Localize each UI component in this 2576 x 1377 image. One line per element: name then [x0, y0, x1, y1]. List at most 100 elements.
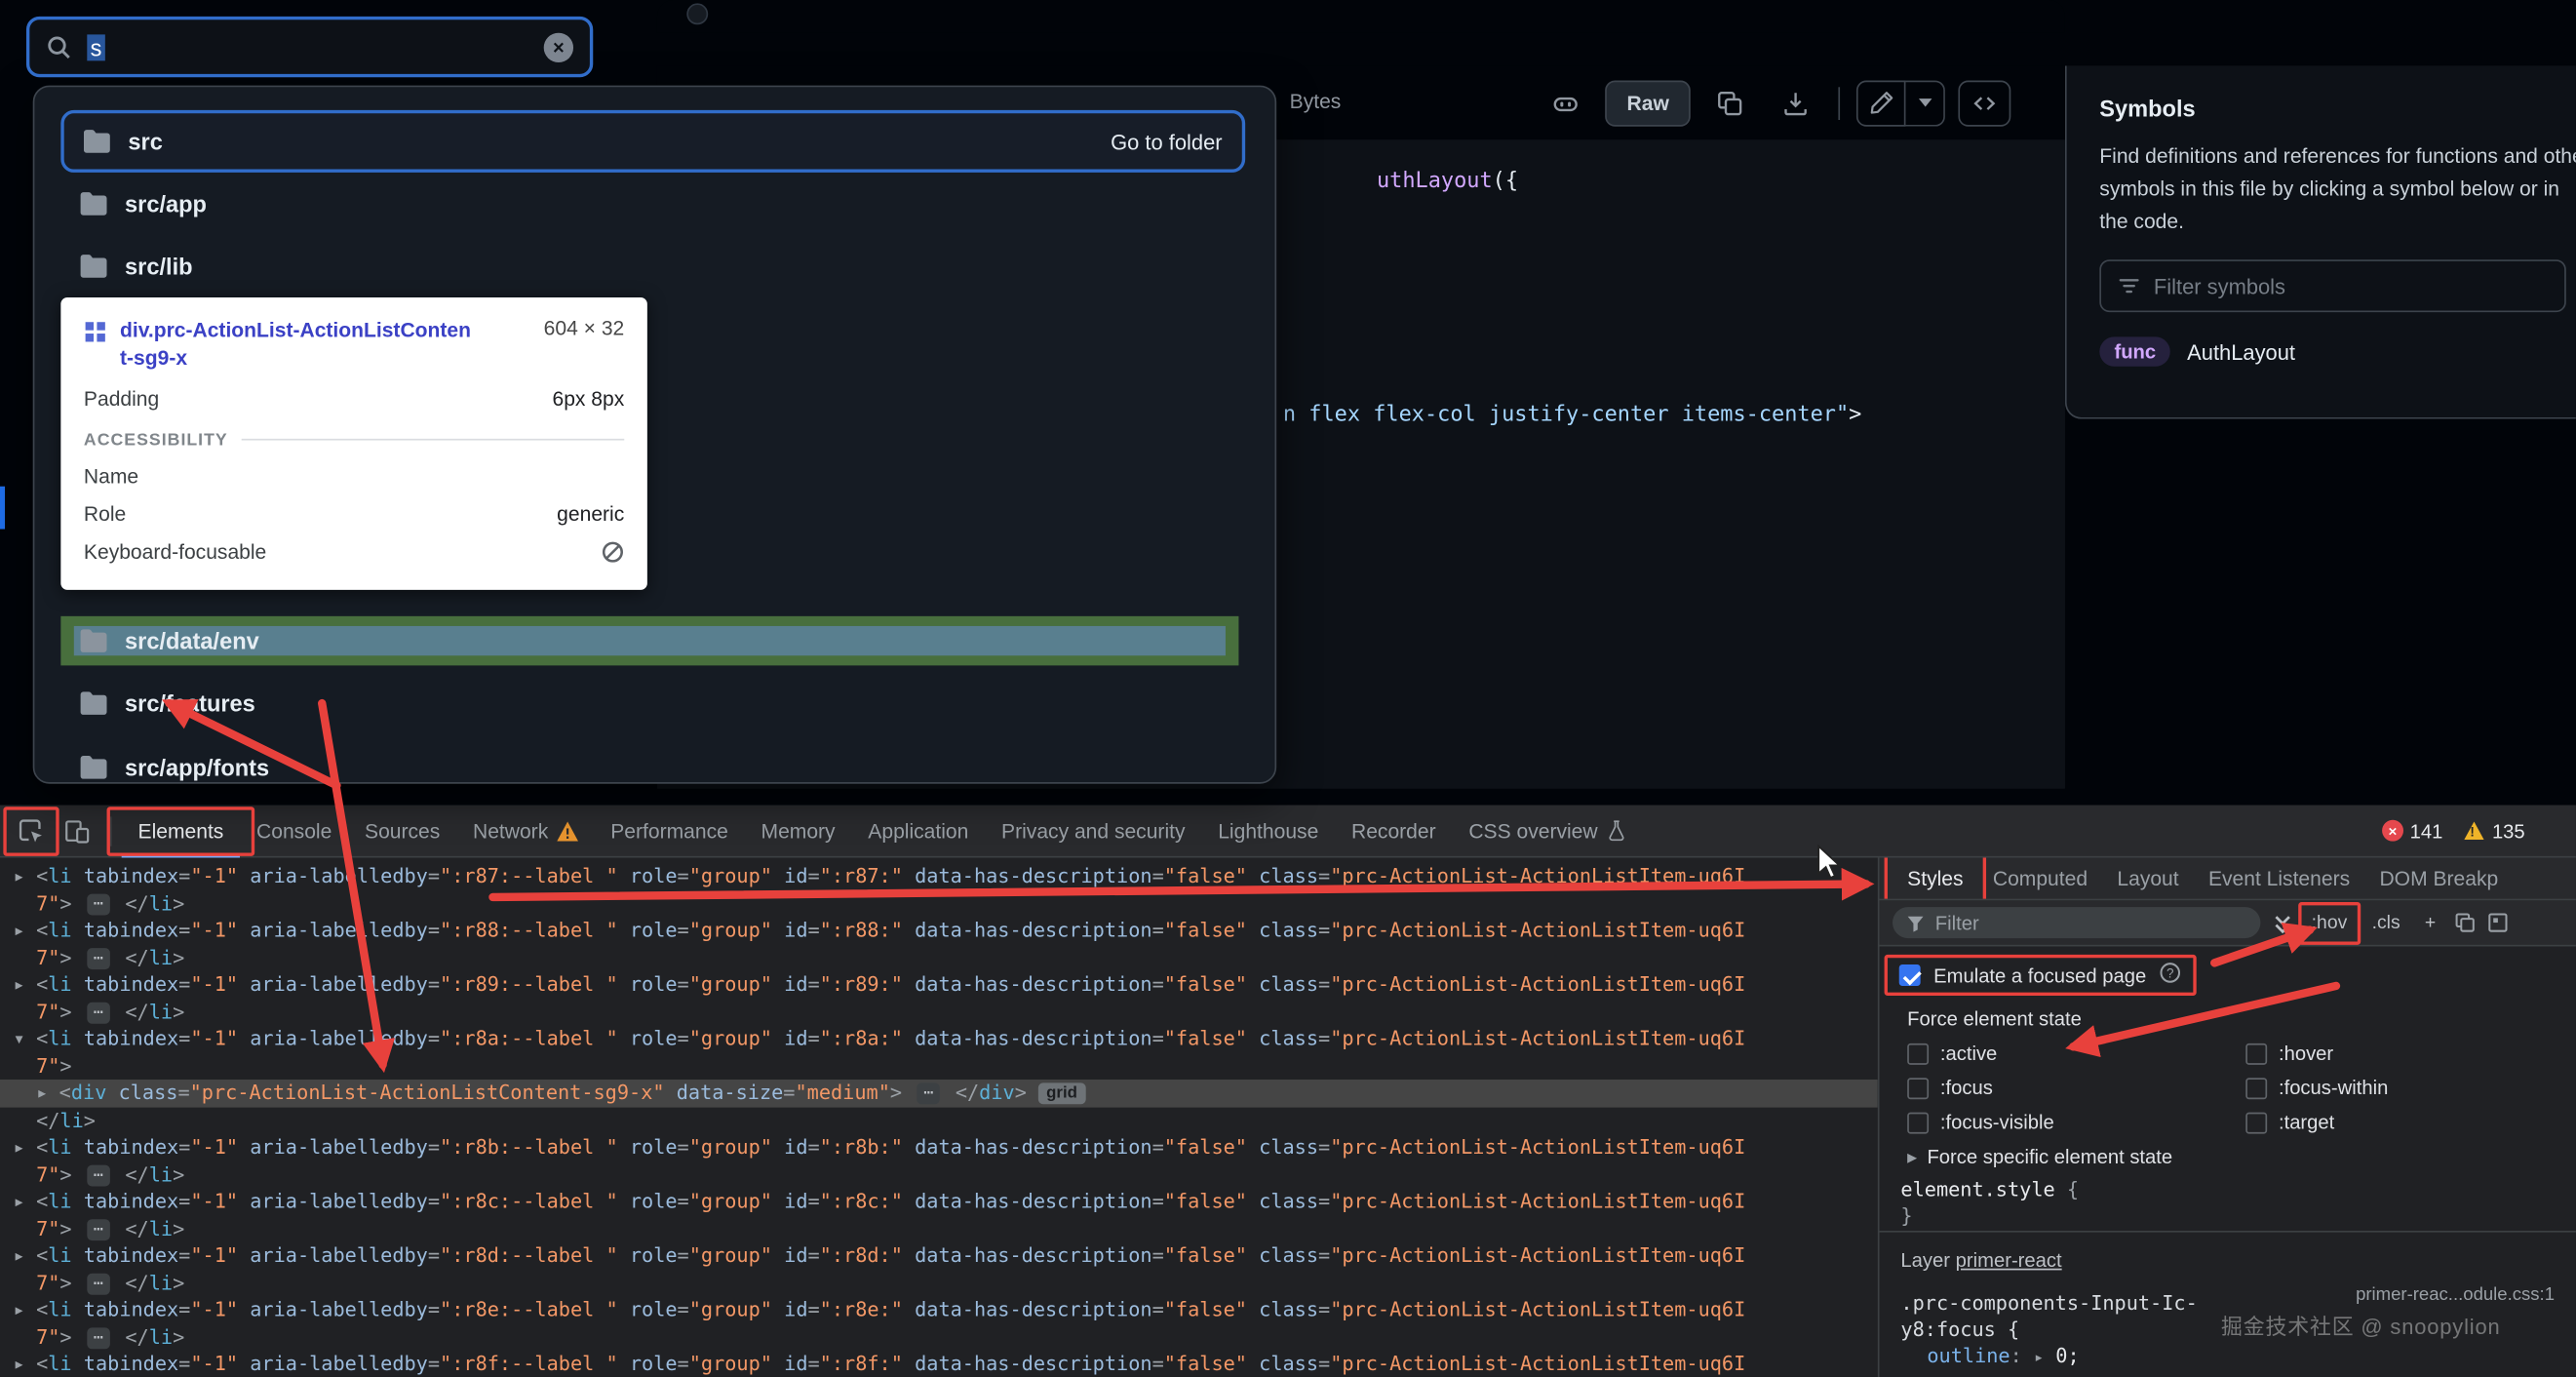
devtools-tab-lighthouse[interactable]: Lighthouse: [1201, 805, 1335, 857]
file-result-src-lib[interactable]: src/lib: [60, 235, 1245, 297]
toggle-element-state-button[interactable]: :hov: [2298, 901, 2361, 944]
checkbox[interactable]: [2245, 1043, 2268, 1064]
file-result-src[interactable]: src Go to folder: [60, 109, 1246, 173]
dom-wrap-line[interactable]: 7"> ⋯ </li>: [0, 1323, 1878, 1351]
expander-icon[interactable]: ▸: [13, 917, 36, 944]
computed-panel-icon[interactable]: [2486, 912, 2508, 933]
dom-li-r8c[interactable]: ▸ <li tabindex="-1" aria-labelledby=":r8c…: [0, 1188, 1878, 1215]
state-checkbox-focus-within[interactable]: :focus-within: [2245, 1077, 2388, 1099]
dom-selected-div[interactable]: ▸ <div class="prc-ActionList-ActionListCo…: [0, 1079, 1878, 1107]
expander-icon[interactable]: ▸: [13, 1296, 36, 1323]
state-checkbox-hover[interactable]: :hover: [2245, 1042, 2388, 1065]
dom-li-r8f[interactable]: ▸ <li tabindex="-1" aria-labelledby=":r8f…: [0, 1351, 1878, 1377]
stylesheet-source-link[interactable]: primer-reac...odule.css:1: [2356, 1285, 2555, 1305]
dom-wrap-line[interactable]: 7"> ⋯ </li>: [0, 999, 1878, 1026]
expander-icon[interactable]: ▸: [13, 863, 36, 890]
devtools-tab-network[interactable]: Network: [456, 805, 594, 857]
grid-badge[interactable]: grid: [1037, 1082, 1086, 1105]
warning-count-badge[interactable]: 135: [2463, 819, 2525, 843]
checkbox[interactable]: [2245, 1111, 2268, 1133]
styles-tab-computed[interactable]: Computed: [1978, 858, 2103, 899]
checkbox[interactable]: [2245, 1077, 2268, 1099]
filter-symbols-field[interactable]: [2153, 273, 2549, 298]
devtools-tab-memory[interactable]: Memory: [745, 805, 852, 857]
styles-tab-dom-breakp[interactable]: DOM Breakp: [2364, 858, 2513, 899]
file-result-src-data-env[interactable]: src/data/env: [60, 615, 1239, 666]
styles-filter-field[interactable]: [1934, 911, 2247, 934]
file-result-src-app[interactable]: src/app: [60, 173, 1245, 235]
devtools-tab-recorder[interactable]: Recorder: [1335, 805, 1452, 857]
expander-icon[interactable]: ▸: [13, 1351, 36, 1377]
collapsed-content-button[interactable]: ⋯: [917, 1082, 941, 1105]
device-toolbar-button[interactable]: [55, 809, 100, 852]
styles-filter-input[interactable]: [1893, 907, 2261, 939]
layer-link[interactable]: primer-react: [1956, 1249, 2062, 1273]
filter-symbols-input[interactable]: [2099, 259, 2566, 313]
css-selector[interactable]: y8:focus {: [1900, 1318, 2019, 1341]
css-declaration[interactable]: outline: ▸ 0;: [1927, 1344, 2079, 1367]
styles-tab-styles[interactable]: Styles: [1884, 857, 1987, 899]
force-specific-state-row[interactable]: ▸ Force specific element state: [1907, 1145, 2172, 1168]
dom-li-r88[interactable]: ▸ <li tabindex="-1" aria-labelledby=":r88…: [0, 917, 1878, 944]
styles-tab-layout[interactable]: Layout: [2102, 858, 2194, 899]
checkbox[interactable]: [1907, 1043, 1930, 1064]
file-result-src-features[interactable]: src/features: [60, 672, 1245, 734]
dom-li-r8b[interactable]: ▸ <li tabindex="-1" aria-labelledby=":r8b…: [0, 1134, 1878, 1161]
devtools-tab-application[interactable]: Application: [851, 805, 985, 857]
element-style-rule[interactable]: element.style {: [1900, 1178, 2079, 1201]
dom-tree[interactable]: ▸ <li tabindex="-1" aria-labelledby=":r87…: [0, 858, 1878, 1377]
file-result-src-app-fonts[interactable]: src/app/fonts: [60, 736, 1245, 799]
checkbox[interactable]: [1907, 1111, 1930, 1133]
collapsed-content-button[interactable]: ⋯: [87, 947, 110, 969]
emulate-focused-page-row[interactable]: Emulate a focused page ?: [1884, 954, 2198, 997]
collapsed-content-button[interactable]: ⋯: [87, 1272, 110, 1294]
raw-button[interactable]: Raw: [1605, 79, 1691, 126]
devtools-tab-console[interactable]: Console: [240, 805, 348, 857]
collapsed-content-button[interactable]: ⋯: [87, 892, 110, 915]
expander-icon[interactable]: ▸: [13, 1188, 36, 1215]
expander-icon[interactable]: ▸: [13, 971, 36, 999]
dom-li-r8a[interactable]: ▾ <li tabindex="-1" aria-labelledby=":r8a…: [0, 1025, 1878, 1052]
new-style-rule-button[interactable]: +: [2418, 910, 2442, 936]
dom-wrap-line[interactable]: 7"> ⋯ </li>: [0, 944, 1878, 971]
devtools-tab-privacy-and-security[interactable]: Privacy and security: [985, 805, 1201, 857]
symbol-authlayout[interactable]: func AuthLayout: [2099, 336, 2576, 367]
copy-icon[interactable]: [1703, 80, 1756, 126]
edit-pencil-button[interactable]: [1855, 79, 1906, 126]
dom-li-r87[interactable]: ▸ <li tabindex="-1" aria-labelledby=":r87…: [0, 863, 1878, 890]
devtools-tab-performance[interactable]: Performance: [594, 805, 744, 857]
dom-wrap-line[interactable]: 7"> ⋯ </li>: [0, 1215, 1878, 1242]
inspect-element-button[interactable]: [3, 806, 59, 855]
css-selector[interactable]: .prc-components-Input-Ic-: [1900, 1291, 2197, 1315]
help-icon[interactable]: ?: [2160, 962, 2183, 990]
dom-li-r8e[interactable]: ▸ <li tabindex="-1" aria-labelledby=":r8e…: [0, 1296, 1878, 1323]
edit-dropdown-button[interactable]: [1905, 79, 1945, 126]
dom-wrap-line[interactable]: 7"> ⋯ </li>: [0, 1161, 1878, 1188]
emulate-focused-page-checkbox[interactable]: [1898, 964, 1921, 986]
state-checkbox-focus-visible[interactable]: :focus-visible: [1907, 1111, 2245, 1134]
collapsed-content-button[interactable]: ⋯: [87, 1163, 110, 1186]
expander-icon[interactable]: ▾: [13, 1025, 36, 1052]
element-classes-button[interactable]: .cls: [2365, 910, 2407, 936]
expander-icon[interactable]: ▸: [36, 1080, 59, 1107]
collapsed-content-button[interactable]: ⋯: [87, 1001, 110, 1023]
devtools-tab-css-overview[interactable]: CSS overview: [1452, 805, 1642, 857]
dom-close-li[interactable]: </li>: [0, 1107, 1878, 1134]
coverage-chevrons-icon[interactable]: [2272, 911, 2293, 934]
dom-wrap-line[interactable]: 7">: [0, 1052, 1878, 1080]
collapsed-content-button[interactable]: ⋯: [87, 1326, 110, 1349]
code-symbols-toggle-button[interactable]: [1958, 79, 2011, 126]
copilot-button[interactable]: [1540, 80, 1592, 126]
dom-li-r89[interactable]: ▸ <li tabindex="-1" aria-labelledby=":r89…: [0, 971, 1878, 999]
dom-wrap-line[interactable]: 7"> ⋯ </li>: [0, 889, 1878, 917]
file-finder-input[interactable]: s: [25, 16, 594, 78]
dom-li-r8d[interactable]: ▸ <li tabindex="-1" aria-labelledby=":r8d…: [0, 1242, 1878, 1270]
devtools-tab-elements[interactable]: Elements: [106, 805, 255, 857]
collapsed-content-button[interactable]: ⋯: [87, 1218, 110, 1240]
styles-tab-event-listeners[interactable]: Event Listeners: [2194, 858, 2365, 899]
dom-wrap-line[interactable]: 7"> ⋯ </li>: [0, 1270, 1878, 1297]
state-checkbox-active[interactable]: :active: [1907, 1042, 2245, 1065]
expander-icon[interactable]: ▸: [13, 1242, 36, 1270]
download-icon[interactable]: [1770, 80, 1822, 126]
clear-search-button[interactable]: [543, 31, 574, 62]
